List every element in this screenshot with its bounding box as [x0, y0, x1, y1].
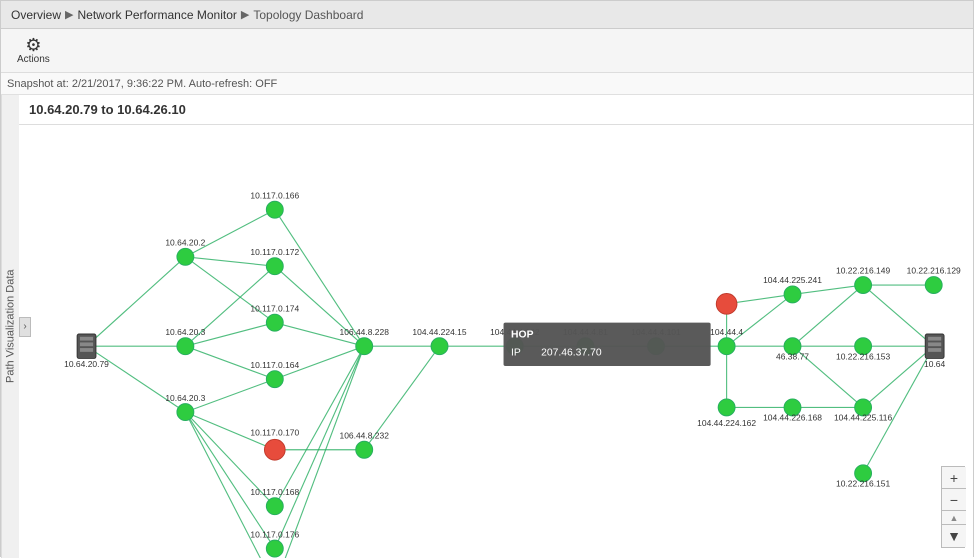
svg-text:207.46.37.70: 207.46.37.70: [541, 348, 602, 359]
node-n12[interactable]: 106.44.8.228: [339, 327, 389, 355]
node-n18[interactable]: 104.44.4: [710, 327, 743, 355]
scroll-down-button[interactable]: ▼: [942, 525, 966, 547]
svg-text:10.117.0.170: 10.117.0.170: [250, 428, 299, 438]
scroll-up-button[interactable]: ▲: [942, 511, 966, 525]
svg-text:104.44.224.15: 104.44.224.15: [412, 327, 466, 337]
breadcrumb-topology: Topology Dashboard: [253, 8, 363, 22]
node-dst[interactable]: 10.64: [924, 334, 945, 369]
svg-text:106.44.8.232: 106.44.8.232: [339, 430, 389, 440]
node-n14[interactable]: 104.44.224.15: [412, 327, 466, 355]
main-area: › Path Visualization Data 10.64.20.79 to…: [1, 95, 973, 558]
svg-text:10.64.20.3: 10.64.20.3: [165, 327, 205, 337]
zoom-in-button[interactable]: +: [942, 467, 966, 489]
actions-button[interactable]: ⚙ Actions: [11, 34, 56, 67]
svg-text:10.22.216.149: 10.22.216.149: [836, 266, 890, 276]
svg-text:10.64.20.2: 10.64.20.2: [165, 237, 205, 247]
topology-route: 10.64.20.79 to 10.64.26.10: [29, 102, 186, 117]
node-n29[interactable]: 10.22.216.151: [836, 465, 890, 489]
node-n19[interactable]: 104.44.224.162: [697, 399, 756, 428]
svg-text:104.44.225.241: 104.44.225.241: [763, 275, 822, 285]
node-n20-red[interactable]: [716, 293, 737, 314]
zoom-controls: + − ▲ ▼: [941, 466, 965, 548]
svg-text:10.117.0.174: 10.117.0.174: [250, 303, 299, 313]
toolbar: ⚙ Actions: [1, 29, 973, 73]
svg-text:10.117.0.172: 10.117.0.172: [250, 247, 299, 257]
svg-text:104.44.225.116: 104.44.225.116: [834, 413, 893, 423]
node-n25[interactable]: 10.22.216.149: [836, 266, 890, 294]
svg-text:104.44.4: 104.44.4: [710, 327, 743, 337]
node-n13[interactable]: 106.44.8.232: [339, 430, 389, 458]
svg-text:10.117.0.166: 10.117.0.166: [250, 190, 299, 200]
svg-text:10.64.20.3: 10.64.20.3: [165, 393, 205, 403]
svg-text:104.44.226.168: 104.44.226.168: [763, 413, 822, 423]
breadcrumb-sep-2: ▶: [241, 8, 249, 21]
svg-text:10.64: 10.64: [924, 359, 945, 369]
sidebar-label-text: Path Visualization Data: [5, 270, 17, 384]
svg-text:46.38.77: 46.38.77: [776, 351, 809, 361]
zoom-out-button[interactable]: −: [942, 489, 966, 511]
topology-panel: 10.64.20.79 to 10.64.26.10: [19, 95, 973, 558]
svg-text:104.44.224.162: 104.44.224.162: [697, 418, 756, 428]
svg-text:10.22.216.151: 10.22.216.151: [836, 478, 890, 488]
svg-text:10.117.0.176: 10.117.0.176: [250, 529, 299, 539]
node-n5[interactable]: 10.117.0.172: [250, 247, 299, 275]
node-n1[interactable]: 10.64.20.2: [165, 237, 205, 265]
svg-text:10.22.216.129: 10.22.216.129: [907, 266, 961, 276]
node-n21[interactable]: 46.38.77: [776, 338, 809, 362]
topology-svg: 10.64.20.79 10.64.20.2 10.64.20.3 10.64.…: [19, 125, 973, 558]
breadcrumb-sep-1: ▶: [65, 8, 73, 21]
actions-icon: ⚙: [25, 36, 41, 54]
topology-title: 10.64.20.79 to 10.64.26.10: [19, 95, 973, 125]
breadcrumb-npm[interactable]: Network Performance Monitor: [77, 8, 236, 22]
node-n26[interactable]: 104.44.225.116: [834, 399, 893, 423]
svg-text:10.117.0.164: 10.117.0.164: [250, 360, 299, 370]
node-n7[interactable]: 10.117.0.164: [250, 360, 299, 388]
breadcrumb-bar: Overview ▶ Network Performance Monitor ▶…: [1, 1, 973, 29]
collapse-arrow[interactable]: ›: [19, 317, 31, 337]
sidebar-label[interactable]: Path Visualization Data: [1, 95, 19, 558]
snapshot-text: Snapshot at: 2/21/2017, 9:36:22 PM. Auto…: [7, 78, 277, 90]
actions-label: Actions: [17, 54, 50, 65]
svg-text:10.22.216.153: 10.22.216.153: [836, 351, 890, 361]
svg-text:10.64.20.79: 10.64.20.79: [64, 359, 109, 369]
node-n23[interactable]: 104.44.226.168: [763, 399, 822, 423]
svg-text:HOP: HOP: [511, 330, 534, 341]
snapshot-bar: Snapshot at: 2/21/2017, 9:36:22 PM. Auto…: [1, 73, 973, 95]
node-n4[interactable]: 10.117.0.166: [250, 190, 299, 218]
node-n28[interactable]: 10.22.216.129: [907, 266, 961, 294]
node-n24[interactable]: 10.22.216.153: [836, 338, 890, 362]
node-src[interactable]: 10.64.20.79: [64, 334, 109, 369]
svg-text:IP: IP: [511, 348, 521, 359]
breadcrumb-overview[interactable]: Overview: [11, 8, 61, 22]
svg-text:10.117.0.168: 10.117.0.168: [250, 487, 299, 497]
node-n22[interactable]: 104.44.225.241: [763, 275, 822, 303]
node-n2[interactable]: 10.64.20.3: [165, 327, 205, 355]
svg-text:106.44.8.228: 106.44.8.228: [339, 327, 389, 337]
node-n8-red[interactable]: 10.117.0.170: [250, 428, 299, 460]
